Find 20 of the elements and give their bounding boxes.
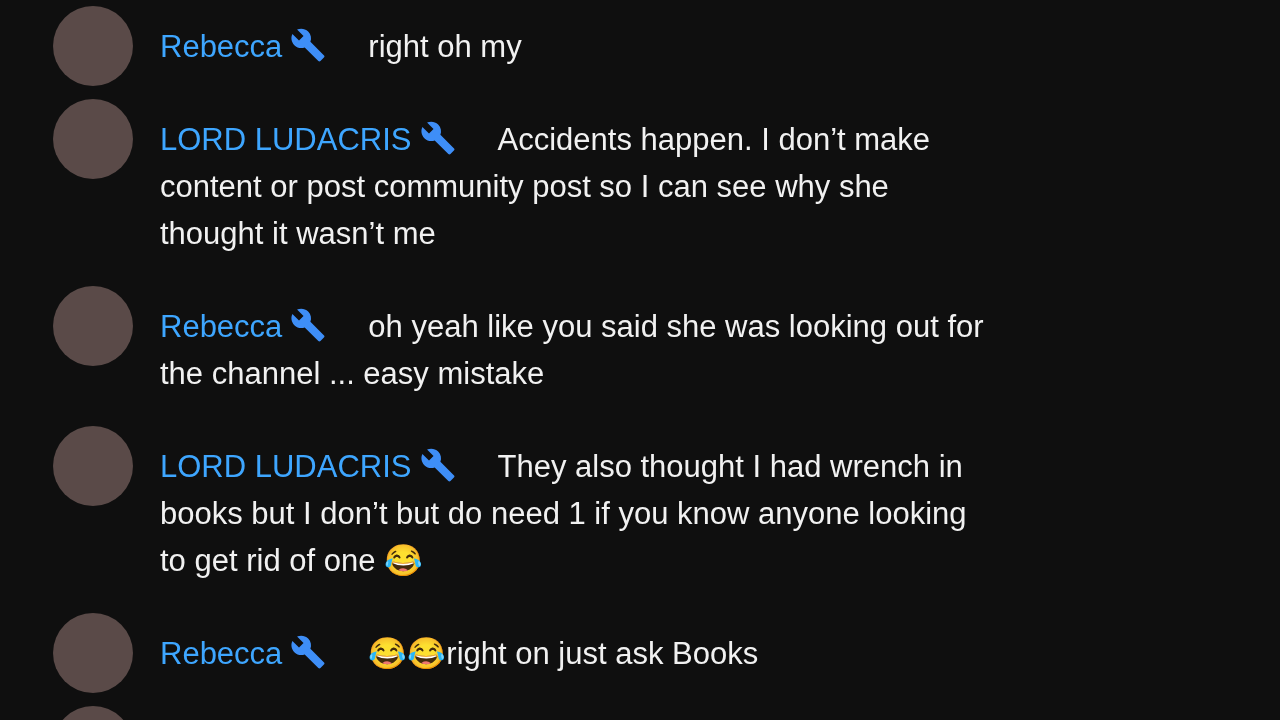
message-text: Accidents happen. I don’t make [497,122,931,157]
wrench-icon [290,307,327,343]
message-text: thought it wasn’t me [160,216,436,251]
author-name: Rebecca [160,636,283,671]
message-text: 😂😂right on just ask Books [368,636,759,671]
message-text: content or post community post so I can see why she [160,169,889,204]
wrench-icon [419,120,456,156]
wrench-icon [290,27,327,63]
author-name: LORD LUDACRIS [160,449,412,484]
message-text: right oh my [368,29,522,64]
message-text: books but I don’t but do need 1 if you know anyone looking [160,496,967,531]
author-name: Rebecca [160,29,283,64]
message-text: to get rid of one 😂 [160,543,424,578]
author-name: Rebecca [160,309,283,344]
wrench-icon [290,634,327,670]
message-text: oh yeah like you said she was looking out for [368,309,984,344]
author-name: LORD LUDACRIS [160,122,412,157]
message-text: the channel ... easy mistake [160,356,545,391]
wrench-icon [419,447,456,483]
message-text: They also thought I had wrench in [497,449,963,484]
